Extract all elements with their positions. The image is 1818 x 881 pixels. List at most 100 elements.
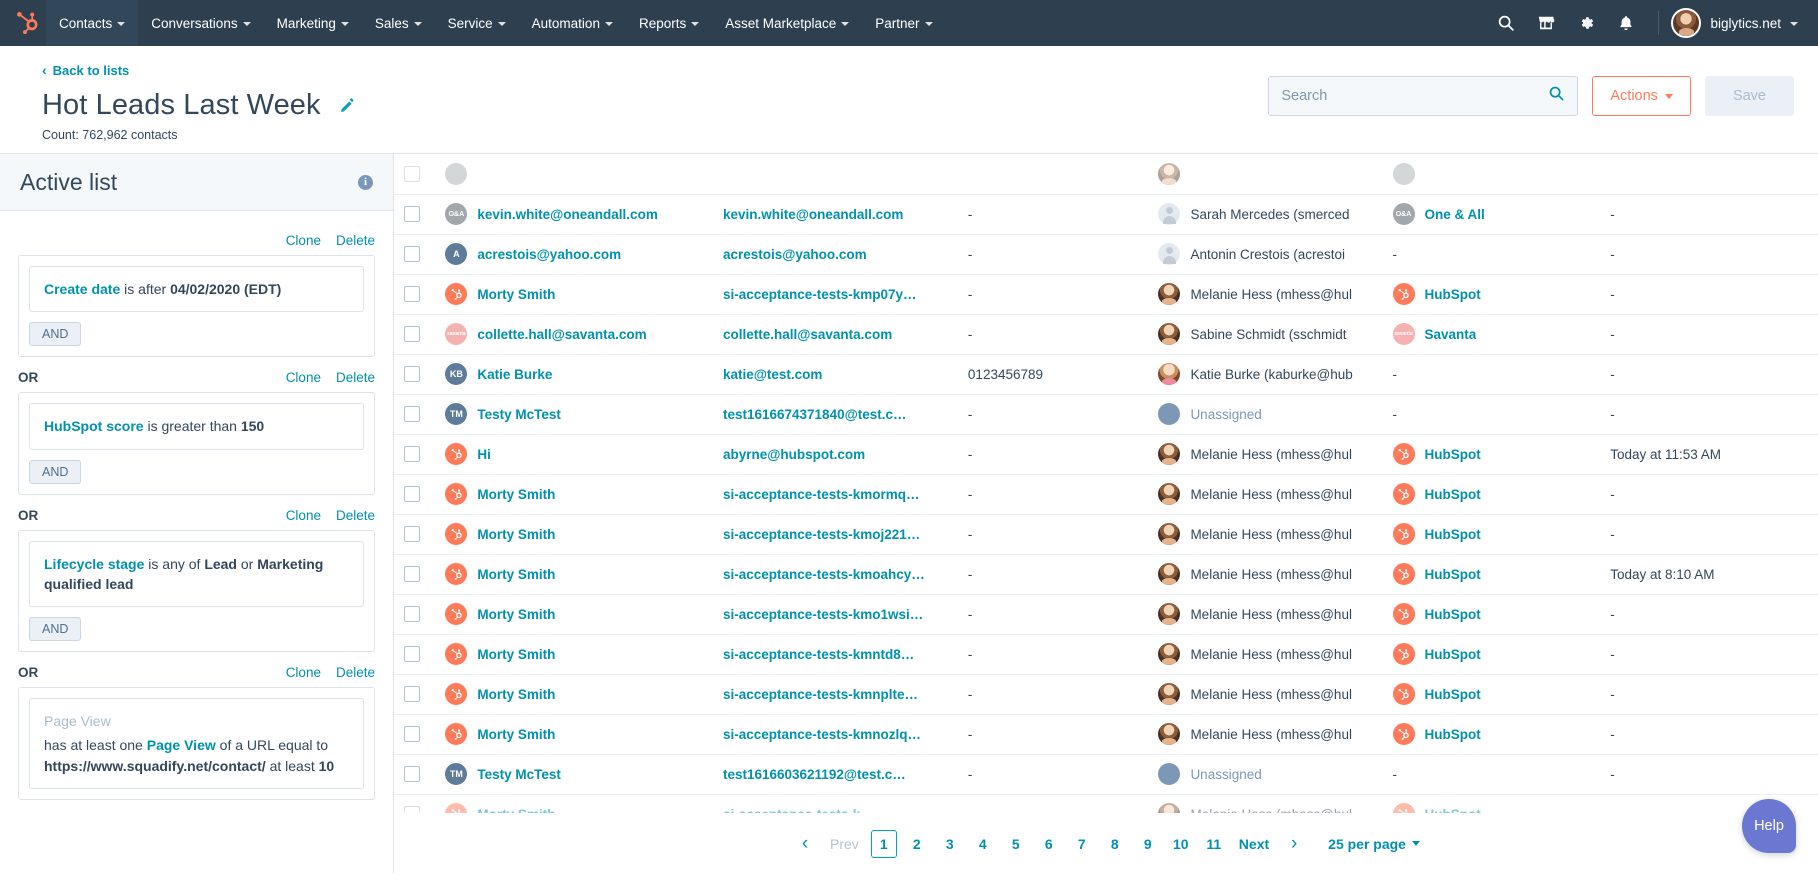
row-checkbox[interactable]: [404, 366, 420, 382]
search-input[interactable]: [1281, 88, 1548, 104]
table-row[interactable]: TMTesty McTesttest1616674371840@test.c…-…: [394, 394, 1818, 434]
nav-item-service[interactable]: Service: [435, 0, 519, 46]
contact-name[interactable]: Morty Smith: [477, 647, 555, 662]
contact-name[interactable]: Morty Smith: [477, 527, 555, 542]
company-name[interactable]: HubSpot: [1425, 727, 1481, 742]
contact-name[interactable]: Testy McTest: [477, 767, 561, 782]
company-name[interactable]: Savanta: [1425, 327, 1477, 342]
contact-name[interactable]: acrestois@yahoo.com: [477, 247, 621, 262]
add-and-condition-button[interactable]: AND: [29, 460, 81, 484]
pagination-page-4[interactable]: 4: [970, 830, 996, 858]
row-checkbox[interactable]: [404, 646, 420, 662]
pagination-page-9[interactable]: 9: [1135, 830, 1161, 858]
contact-name[interactable]: Morty Smith: [477, 727, 555, 742]
delete-group-link[interactable]: Delete: [336, 665, 375, 680]
clone-group-link[interactable]: Clone: [286, 370, 321, 385]
per-page-selector[interactable]: 25 per page: [1328, 836, 1420, 852]
table-row[interactable]: Morty Smithsi-acceptance-tests-kmoahcy…-…: [394, 554, 1818, 594]
nav-item-conversations[interactable]: Conversations: [138, 0, 263, 46]
pagination-page-7[interactable]: 7: [1069, 830, 1095, 858]
pagination-page-10[interactable]: 10: [1168, 830, 1194, 858]
pagination-page-3[interactable]: 3: [937, 830, 963, 858]
contact-email[interactable]: acrestois@yahoo.com: [723, 247, 867, 262]
row-checkbox[interactable]: [404, 246, 420, 262]
contact-name[interactable]: kevin.white@oneandall.com: [477, 207, 657, 222]
row-checkbox[interactable]: [404, 526, 420, 542]
table-row[interactable]: Aacrestois@yahoo.comacrestois@yahoo.com-…: [394, 234, 1818, 274]
row-checkbox[interactable]: [404, 726, 420, 742]
row-checkbox[interactable]: [404, 446, 420, 462]
contact-email[interactable]: si-acceptance-tests-kmormq…: [723, 487, 920, 502]
contact-name[interactable]: Testy McTest: [477, 407, 561, 422]
search-icon[interactable]: [1548, 85, 1565, 107]
nav-item-asset-marketplace[interactable]: Asset Marketplace: [712, 0, 862, 46]
pagination-page-1[interactable]: 1: [871, 830, 897, 858]
nav-item-reports[interactable]: Reports: [626, 0, 712, 46]
row-checkbox[interactable]: [404, 166, 420, 182]
contact-email[interactable]: test1616603621192@test.c…: [723, 767, 906, 782]
pagination-next-label[interactable]: Next: [1234, 830, 1274, 858]
clone-group-link[interactable]: Clone: [286, 508, 321, 523]
contact-name[interactable]: Hi: [477, 447, 491, 462]
nav-item-partner[interactable]: Partner: [862, 0, 945, 46]
contact-name[interactable]: Katie Burke: [477, 367, 552, 382]
table-row[interactable]: Morty Smithsi-acceptance-tests-kmormq…-M…: [394, 474, 1818, 514]
marketplace-icon[interactable]: [1526, 0, 1566, 46]
table-row[interactable]: O&Akevin.white@oneandall.comkevin.white@…: [394, 194, 1818, 234]
search-icon[interactable]: [1486, 0, 1526, 46]
pagination-page-8[interactable]: 8: [1102, 830, 1128, 858]
contact-email[interactable]: si-acceptance-tests-kmoj221…: [723, 527, 920, 542]
contact-email[interactable]: test1616674371840@test.c…: [723, 407, 907, 422]
company-name[interactable]: HubSpot: [1425, 487, 1481, 502]
company-name[interactable]: HubSpot: [1425, 607, 1481, 622]
contact-name[interactable]: Morty Smith: [477, 687, 555, 702]
table-row[interactable]: savantacollette.hall@savanta.comcollette…: [394, 314, 1818, 354]
table-row[interactable]: Morty Smithsi-acceptance-tests-kmp07y…-M…: [394, 274, 1818, 314]
table-row[interactable]: TMTesty McTesttest1616603621192@test.c…-…: [394, 754, 1818, 794]
clone-group-link[interactable]: Clone: [286, 233, 321, 248]
delete-group-link[interactable]: Delete: [336, 370, 375, 385]
contact-email[interactable]: kevin.white@oneandall.com: [723, 207, 903, 222]
contact-name[interactable]: Morty Smith: [477, 287, 555, 302]
filter-criterion[interactable]: Lifecycle stage is any of Lead or Market…: [29, 541, 364, 608]
contact-email[interactable]: abyrne@hubspot.com: [723, 447, 865, 462]
pagination-page-5[interactable]: 5: [1003, 830, 1029, 858]
search-box[interactable]: [1268, 76, 1578, 116]
filter-criterion[interactable]: HubSpot score is greater than 150: [29, 403, 364, 449]
pagination-prev-label[interactable]: Prev: [825, 830, 864, 858]
pagination-page-2[interactable]: 2: [904, 830, 930, 858]
pencil-icon[interactable]: [339, 97, 356, 114]
table-row[interactable]: KBKatie Burkekatie@test.com0123456789Kat…: [394, 354, 1818, 394]
table-row[interactable]: Morty Smithsi-acceptance-tests-kmoj221…-…: [394, 514, 1818, 554]
contact-name[interactable]: Morty Smith: [477, 487, 555, 502]
clone-group-link[interactable]: Clone: [286, 665, 321, 680]
contact-email[interactable]: si-acceptance-tests-kmp07y…: [723, 287, 917, 302]
filter-criterion[interactable]: Create date is after 04/02/2020 (EDT): [29, 266, 364, 312]
row-checkbox[interactable]: [404, 206, 420, 222]
delete-group-link[interactable]: Delete: [336, 508, 375, 523]
row-checkbox[interactable]: [404, 486, 420, 502]
account-menu[interactable]: biglytics.net: [1671, 8, 1802, 38]
company-name[interactable]: HubSpot: [1425, 447, 1481, 462]
help-button[interactable]: Help: [1742, 799, 1796, 853]
contact-email[interactable]: si-acceptance-tests-kmnozlq…: [723, 727, 921, 742]
row-checkbox[interactable]: [404, 606, 420, 622]
nav-item-marketing[interactable]: Marketing: [264, 0, 362, 46]
company-name[interactable]: HubSpot: [1425, 567, 1481, 582]
table-row[interactable]: Morty Smithsi-acceptance-tests-kmo1wsi…-…: [394, 594, 1818, 634]
company-name[interactable]: HubSpot: [1425, 287, 1481, 302]
row-checkbox[interactable]: [404, 806, 420, 813]
table-row[interactable]: Morty Smithsi-acceptance-tests-kmnozlq…-…: [394, 714, 1818, 754]
company-name[interactable]: HubSpot: [1425, 647, 1481, 662]
contact-email[interactable]: si-acceptance-tests-kmo1wsi…: [723, 607, 923, 622]
nav-item-contacts[interactable]: Contacts: [46, 0, 138, 46]
hubspot-logo[interactable]: [0, 0, 46, 46]
bell-icon[interactable]: [1606, 0, 1646, 46]
pagination-page-11[interactable]: 11: [1201, 830, 1227, 858]
row-checkbox[interactable]: [404, 286, 420, 302]
actions-button[interactable]: Actions: [1592, 76, 1691, 116]
pagination-next-arrow[interactable]: ›: [1281, 830, 1307, 858]
company-name[interactable]: HubSpot: [1425, 527, 1481, 542]
back-to-lists-link[interactable]: ‹ Back to lists: [42, 63, 129, 78]
table-row[interactable]: Hiabyrne@hubspot.com-Melanie Hess (mhess…: [394, 434, 1818, 474]
